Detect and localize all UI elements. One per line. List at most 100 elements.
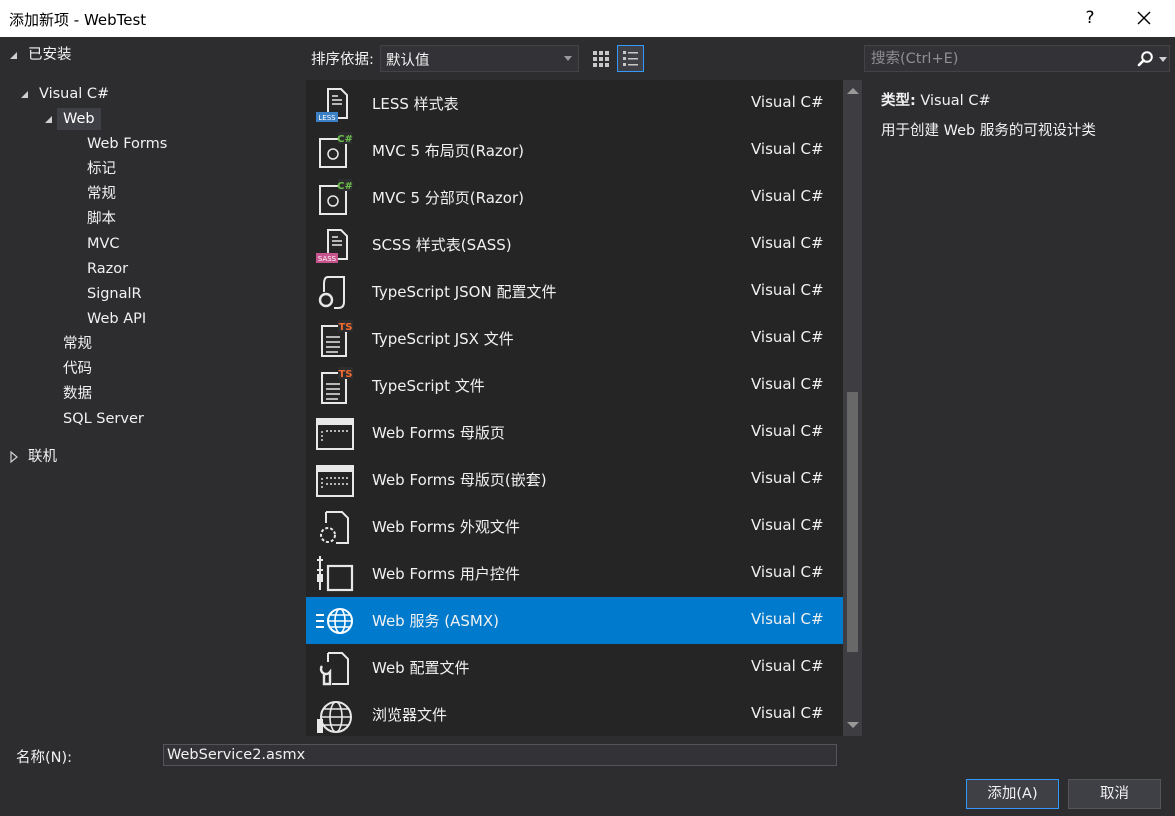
template-item[interactable]: C# MVC 5 布局页(Razor) Visual C# xyxy=(306,127,843,174)
template-item[interactable]: TypeScript JSON 配置文件 Visual C# xyxy=(306,268,843,315)
tree-label: Razor xyxy=(87,261,129,277)
svg-text:C#: C# xyxy=(337,134,353,145)
typescript-file-icon: TS xyxy=(314,366,354,406)
template-language: Visual C# xyxy=(751,140,824,158)
less-file-icon: LESS xyxy=(314,84,354,124)
sass-file-icon: SASS xyxy=(314,225,354,265)
template-name: TypeScript JSON 配置文件 xyxy=(372,283,557,301)
template-language: Visual C# xyxy=(751,375,824,393)
template-item[interactable]: Web 配置文件 Visual C# xyxy=(306,644,843,691)
template-item[interactable]: LESS LESS 样式表 Visual C# xyxy=(306,80,843,127)
user-control-icon xyxy=(314,554,354,594)
svg-text:SASS: SASS xyxy=(318,255,337,263)
scroll-down-arrow-icon[interactable] xyxy=(847,722,859,728)
tree-label: Web Forms xyxy=(87,136,168,152)
grid-view-icon xyxy=(593,51,609,67)
tree-label: Web xyxy=(63,111,95,127)
type-value: Visual C# xyxy=(920,93,991,109)
tree-label: Web API xyxy=(87,311,147,327)
template-item[interactable]: C# MVC 5 分部页(Razor) Visual C# xyxy=(306,174,843,221)
template-item[interactable]: 浏览器文件 Visual C# xyxy=(306,691,843,736)
template-item[interactable]: Web Forms 母版页(嵌套) Visual C# xyxy=(306,456,843,503)
template-item[interactable]: Web Forms 用户控件 Visual C# xyxy=(306,550,843,597)
search-box[interactable] xyxy=(864,45,1170,72)
type-label: 类型: xyxy=(881,93,916,109)
tree-node-script[interactable]: 脚本 xyxy=(87,208,116,230)
template-item-selected[interactable]: Web 服务 (ASMX) Visual C# xyxy=(306,597,843,644)
tree-label: 联机 xyxy=(28,449,57,465)
name-label: 名称(N): xyxy=(16,750,73,766)
collapsed-arrow-icon[interactable] xyxy=(8,446,20,468)
template-item[interactable]: Web Forms 外观文件 Visual C# xyxy=(306,503,843,550)
template-name: Web Forms 外观文件 xyxy=(372,518,520,536)
cancel-button[interactable]: 取消 xyxy=(1068,779,1161,809)
tree-node-signalr[interactable]: SignalR xyxy=(87,283,142,305)
tree-node-data[interactable]: 数据 xyxy=(63,383,92,405)
svg-text:TS: TS xyxy=(338,369,352,380)
template-name: TypeScript JSX 文件 xyxy=(372,330,514,348)
add-button[interactable]: 添加(A) xyxy=(966,779,1059,809)
search-input[interactable] xyxy=(865,46,1130,71)
tree-label: SQL Server xyxy=(63,411,144,427)
scroll-up-arrow-icon[interactable] xyxy=(847,88,859,94)
template-type: 类型: Visual C# xyxy=(881,89,991,110)
search-options-chevron-icon[interactable] xyxy=(1159,57,1167,62)
master-page-icon xyxy=(314,413,354,453)
svg-text:C#: C# xyxy=(337,181,353,192)
template-language: Visual C# xyxy=(751,422,824,440)
web-service-icon xyxy=(314,601,354,641)
template-item[interactable]: TS TypeScript 文件 Visual C# xyxy=(306,362,843,409)
tree-node-web-api[interactable]: Web API xyxy=(87,308,146,330)
tree-label: 已安装 xyxy=(28,47,72,63)
help-button[interactable]: ? xyxy=(1078,6,1102,30)
template-language: Visual C# xyxy=(751,657,824,675)
expanded-arrow-icon[interactable] xyxy=(19,83,31,105)
template-name: LESS 样式表 xyxy=(372,95,459,113)
expanded-arrow-icon[interactable] xyxy=(8,44,20,66)
tree-label: 代码 xyxy=(63,361,92,377)
template-language: Visual C# xyxy=(751,469,824,487)
tree-node-sql-server[interactable]: SQL Server xyxy=(63,408,144,430)
svg-text:LESS: LESS xyxy=(318,114,336,122)
tree-node-razor[interactable]: Razor xyxy=(87,258,128,280)
sort-dropdown[interactable]: 默认值 xyxy=(380,45,579,72)
tree-node-csharp-general[interactable]: 常规 xyxy=(63,333,92,355)
typescript-jsx-icon: TS xyxy=(314,319,354,359)
template-name: Web 配置文件 xyxy=(372,659,470,677)
template-list: LESS LESS 样式表 Visual C# C# MVC 5 布局页(Raz… xyxy=(306,80,843,736)
template-language: Visual C# xyxy=(751,328,824,346)
tree-label: 常规 xyxy=(63,336,92,352)
template-list-scrollbar[interactable] xyxy=(843,80,862,736)
nested-master-page-icon xyxy=(314,460,354,500)
list-view-icon xyxy=(623,51,638,66)
template-item[interactable]: Web Forms 母版页 Visual C# xyxy=(306,409,843,456)
list-view-button[interactable] xyxy=(617,45,644,72)
template-item[interactable]: TS TypeScript JSX 文件 Visual C# xyxy=(306,315,843,362)
small-icons-view-button[interactable] xyxy=(587,45,614,72)
template-language: Visual C# xyxy=(751,281,824,299)
tree-node-markup[interactable]: 标记 xyxy=(87,158,116,180)
template-description: 用于创建 Web 服务的可视设计类 xyxy=(881,123,1096,139)
sort-label: 排序依据: xyxy=(311,52,374,68)
json-config-icon xyxy=(314,272,354,312)
razor-layout-icon: C# xyxy=(314,131,354,171)
window-title: 添加新项 - WebTest xyxy=(9,11,147,29)
search-icon[interactable] xyxy=(1136,49,1156,69)
tree-node-mvc[interactable]: MVC xyxy=(87,233,120,255)
tree-node-code[interactable]: 代码 xyxy=(63,358,92,380)
close-icon[interactable] xyxy=(1132,6,1156,30)
template-item[interactable]: SASS SCSS 样式表(SASS) Visual C# xyxy=(306,221,843,268)
name-input[interactable] xyxy=(163,744,837,766)
description-panel: 类型: Visual C# 用于创建 Web 服务的可视设计类 xyxy=(863,80,1175,736)
tree-label: 标记 xyxy=(87,161,116,177)
tree-node-web-forms[interactable]: Web Forms xyxy=(87,133,167,155)
template-name: TypeScript 文件 xyxy=(372,377,485,395)
template-language: Visual C# xyxy=(751,516,824,534)
tree-node-general[interactable]: 常规 xyxy=(87,183,116,205)
template-language: Visual C# xyxy=(751,93,824,111)
svg-text:TS: TS xyxy=(338,322,352,333)
template-name: Web Forms 母版页(嵌套) xyxy=(372,471,547,489)
scrollbar-thumb[interactable] xyxy=(847,392,858,652)
chevron-down-icon xyxy=(564,56,572,61)
expanded-arrow-icon[interactable] xyxy=(43,108,55,130)
